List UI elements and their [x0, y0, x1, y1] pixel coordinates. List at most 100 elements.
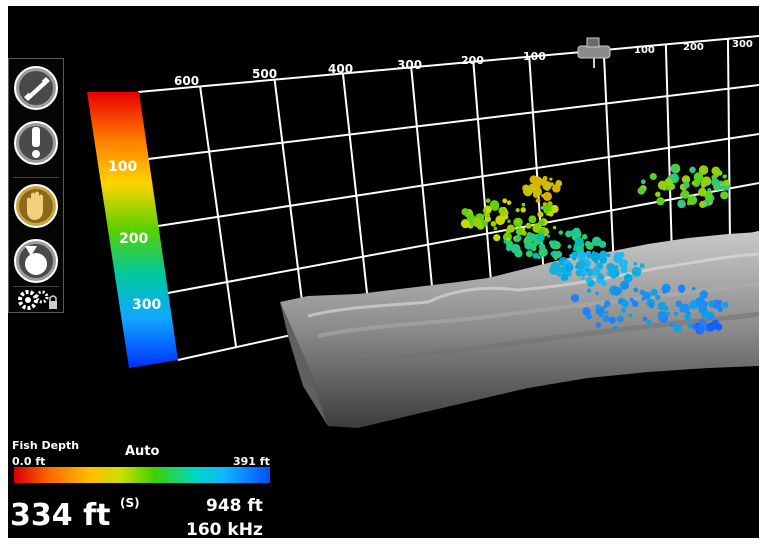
settings-gears-icon: [18, 290, 57, 310]
fish-target-dot: [505, 240, 514, 248]
fish-target-dot: [511, 244, 520, 254]
fish-target-dot: [566, 271, 572, 277]
fish-target-dot: [554, 250, 563, 259]
fish-target-dot: [498, 206, 507, 215]
fish-target-dot: [666, 311, 671, 316]
fish-target-dot: [606, 262, 616, 272]
fish-target-dot: [699, 179, 704, 183]
fish-target-dot: [552, 225, 557, 230]
fish-target-dot: [583, 262, 588, 266]
fish-target-dot: [522, 227, 526, 231]
fish-target-dot: [712, 323, 718, 329]
sonar-screen: 100 200 300 600 500 400 300 200 100 100 …: [8, 6, 759, 538]
range-tick-label: 300: [732, 39, 753, 50]
fish-target-dot: [595, 291, 599, 296]
fish-target-dot: [543, 181, 547, 186]
fish-target-dot: [662, 289, 667, 294]
fish-target-dot: [558, 230, 564, 235]
fish-target-dot: [678, 286, 685, 294]
fish-target-dot: [650, 288, 658, 297]
range-tick-label: 200: [461, 54, 484, 67]
fish-target-dot: [493, 226, 498, 231]
fish-target-dot: [542, 202, 547, 207]
fish-target-dot: [598, 311, 604, 317]
fish-target-dot: [674, 311, 679, 316]
rotate-button[interactable]: [9, 234, 64, 289]
fish-target-dot: [637, 187, 646, 195]
fish-target-dot: [514, 234, 522, 242]
fish-target-dot: [686, 201, 691, 206]
range-tick-label: 500: [252, 67, 277, 81]
fish-target-dot: [550, 251, 555, 256]
depth-tick-label: 200: [119, 231, 148, 247]
fish-target-dot: [628, 313, 633, 318]
fish-target-dot: [490, 202, 500, 211]
fish-target-dot: [671, 166, 678, 173]
fish-target-dot: [535, 198, 541, 203]
range-tick-label: 400: [328, 62, 353, 76]
fish-target-dot: [572, 253, 578, 258]
fish-target-dot: [640, 179, 646, 185]
fish-target-dot: [720, 191, 729, 200]
legend-title: Fish Depth: [12, 439, 80, 452]
fish-target-dot: [608, 270, 617, 279]
fish-target-dot: [656, 197, 665, 206]
fish-target-dot: [495, 215, 506, 226]
fish-target-dot: [595, 304, 601, 310]
grid-line-vertical: [410, 67, 435, 304]
fish-target-dot: [529, 175, 538, 184]
sonar-3d-view[interactable]: 100 200 300 600 500 400 300 200 100 100 …: [8, 6, 759, 538]
fish-target-dot: [629, 297, 634, 302]
range-readout: 948 ft: [206, 496, 263, 516]
pan-button[interactable]: [9, 179, 64, 234]
fish-target-dot: [602, 315, 610, 323]
fish-target-dot: [680, 189, 690, 199]
grid-line-vertical: [199, 86, 238, 348]
fish-target-dot: [721, 301, 729, 309]
fish-target-dot: [581, 276, 585, 280]
fish-target-dot: [683, 181, 690, 189]
fish-target-dot: [525, 250, 533, 258]
fish-target-dot: [521, 202, 526, 207]
fish-target-dot: [723, 179, 730, 187]
fish-target-dot: [575, 265, 579, 269]
fish-target-dot: [699, 200, 707, 209]
fish-target-dot: [485, 198, 491, 203]
fish-target-dot: [614, 264, 619, 269]
fish-target-dot: [484, 212, 491, 219]
fish-target-dot: [665, 283, 670, 288]
fish-target-dot: [691, 181, 695, 185]
fish-target-dot: [585, 241, 594, 250]
fish-target-dot: [633, 287, 639, 293]
fish-target-dot: [567, 244, 572, 249]
fish-target-dot: [536, 232, 545, 242]
fish-target-dot: [588, 280, 596, 287]
boat-view-button[interactable]: [9, 61, 64, 116]
fish-target-dot: [574, 236, 584, 247]
range-tick-label: 100: [523, 50, 546, 63]
fish-target-dot: [613, 255, 617, 259]
range-tick-label: 600: [174, 74, 199, 88]
fish-target-dot: [711, 178, 720, 187]
fish-target-dot: [649, 172, 657, 181]
fish-target-dot: [720, 182, 724, 186]
fish-target-dot: [646, 319, 652, 325]
fish-target-dot: [586, 288, 592, 293]
fish-target-dot: [701, 176, 712, 186]
legend-mode[interactable]: Auto: [125, 444, 159, 459]
fish-target-dot: [616, 315, 624, 323]
fish-target-dot: [639, 263, 645, 269]
fish-target-dot: [668, 183, 676, 190]
seabed-terrain: [280, 232, 759, 428]
fish-target-dot: [587, 253, 591, 257]
fish-target-dot: [569, 254, 573, 258]
alert-button[interactable]: [9, 116, 64, 171]
fish-target-dot: [472, 217, 482, 228]
fish-target-dot: [604, 310, 609, 315]
settings-button[interactable]: [9, 287, 64, 313]
fish-target-dot: [711, 166, 721, 176]
fish-target-dot: [504, 232, 509, 237]
fish-target-dot: [590, 251, 601, 262]
fish-target-dot: [661, 311, 668, 317]
fish-target-dot: [493, 234, 501, 242]
